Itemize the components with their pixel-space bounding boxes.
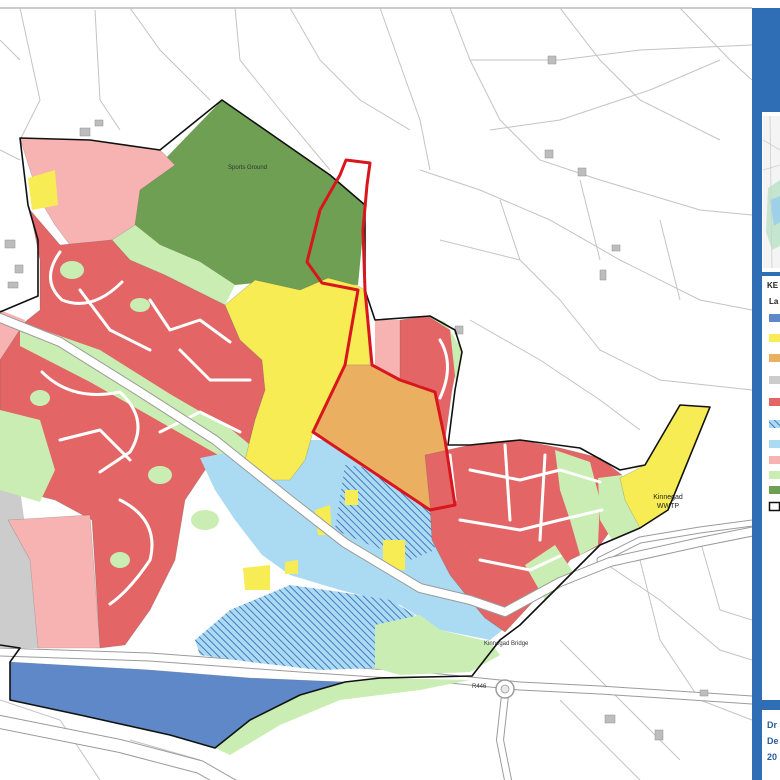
key-swatch-light-green	[769, 471, 780, 479]
building	[654, 729, 664, 741]
title-block-line-2: De	[767, 736, 779, 746]
inset-map	[762, 115, 780, 269]
zone-yellow-parcel	[345, 490, 358, 505]
wwtp-label-name: Kinnegad	[653, 494, 683, 501]
building	[79, 127, 91, 137]
building	[7, 281, 19, 289]
wwtp-label-type: WWTP	[657, 503, 679, 510]
zone-yellow-parcel	[285, 560, 298, 574]
key-swatch-light-blue	[769, 440, 780, 448]
key-swatch-hatched-blue	[769, 420, 780, 428]
key-subheading: La	[769, 297, 779, 306]
key-swatch-orange	[769, 354, 780, 362]
building	[599, 269, 607, 281]
zone-light-green-pocket	[148, 466, 172, 484]
sports-ground-label: Sports Ground	[228, 165, 267, 171]
zone-light-green-pocket	[130, 298, 150, 312]
zone-light-green-pocket	[30, 390, 50, 406]
roundabout-island	[500, 684, 510, 694]
title-block-line-3: 20	[767, 752, 777, 762]
building	[4, 239, 16, 249]
zone-light-green-pocket	[191, 510, 219, 530]
key-swatch-dark-green	[769, 486, 780, 494]
building	[14, 264, 24, 274]
title-block-line-1: Dr	[767, 720, 777, 730]
key-heading: KE	[767, 281, 779, 290]
bridge-label: Kinnegad Bridge	[484, 641, 529, 647]
key-swatch-dark-blue	[769, 314, 780, 322]
building	[699, 689, 709, 697]
zone-yellow-parcel	[243, 565, 270, 590]
zone-light-green-pocket	[60, 261, 84, 279]
zoning-map: Sports Ground Kinnegad WWTP Kinnegad Bri…	[0, 0, 780, 780]
building	[611, 244, 621, 252]
key-swatch-boundary-outline	[768, 501, 780, 512]
building	[577, 167, 587, 177]
key-swatch-gray	[769, 376, 780, 384]
key-swatch-red	[769, 398, 780, 406]
building	[94, 119, 104, 127]
key-swatch-pink	[769, 456, 780, 464]
building	[544, 149, 554, 159]
building	[547, 55, 557, 65]
building	[604, 714, 616, 724]
key-swatch-yellow	[769, 334, 780, 342]
zone-light-green-pocket	[110, 552, 130, 568]
road-label: R446	[472, 684, 487, 690]
